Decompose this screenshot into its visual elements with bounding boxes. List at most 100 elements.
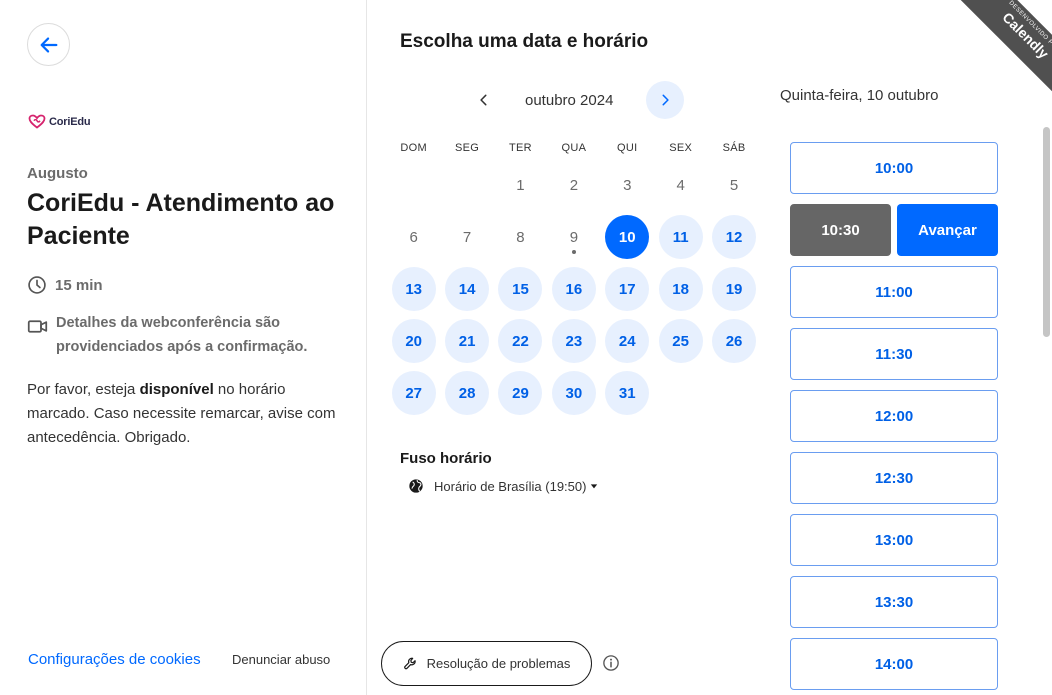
ribbon-brand: Calendly	[999, 8, 1052, 62]
calendar-day[interactable]: 28	[440, 367, 493, 419]
calendar-day[interactable]: 20	[387, 315, 440, 367]
calendar-day[interactable]: 15	[494, 263, 547, 315]
day-number: 18	[658, 267, 703, 311]
month-navigation: outubro 2024	[465, 81, 685, 121]
calendar-day[interactable]: 31	[601, 367, 654, 419]
day-number: 3	[623, 176, 632, 194]
day-number: 17	[605, 267, 650, 311]
timezone-label: Fuso horário	[400, 450, 492, 467]
time-slot-1330[interactable]: 13:30	[790, 576, 998, 628]
weekday-label: SEG	[455, 142, 480, 154]
day-number: 8	[516, 228, 525, 246]
calendar-day[interactable]: 21	[440, 315, 493, 367]
calendar-day[interactable]: 12	[707, 211, 760, 263]
day-number: 2	[569, 176, 579, 194]
calendar-day[interactable]: 23	[547, 315, 600, 367]
calendar-day: 2	[547, 159, 600, 211]
weekday-label: QUI	[617, 142, 638, 154]
day-number: 25	[658, 319, 703, 363]
scrollbar-thumb[interactable]	[1043, 127, 1050, 337]
calendar-day[interactable]: 11	[654, 211, 707, 263]
calendly-badge[interactable]: DESENVOLVIDO POR Calendly	[942, 0, 1052, 110]
calendar-day[interactable]: 14	[440, 263, 493, 315]
day-number: 19	[712, 267, 757, 311]
calendar-day[interactable]: 27	[387, 367, 440, 419]
calendar-day[interactable]: 24	[601, 315, 654, 367]
back-button[interactable]	[27, 23, 70, 66]
calendar-day[interactable]: 16	[547, 263, 600, 315]
chevron-left-icon	[480, 94, 487, 106]
day-number: 11	[658, 215, 703, 259]
weekday-label: TER	[509, 142, 532, 154]
next-month-button[interactable]	[646, 81, 684, 119]
calendar-day[interactable]: 26	[707, 315, 760, 367]
calendar-day: 8	[494, 211, 547, 263]
weekday-header: DOM SEG TER QUA QUI SEX SÁB	[387, 142, 761, 154]
calendar-day[interactable]: 29	[494, 367, 547, 419]
calendar-grid: 1 2 3 4 5 6 7 8 9 10 11 12 13 14 15 16 17 18 19 20 21 22 23 24 2…	[387, 159, 761, 419]
info-icon[interactable]	[602, 654, 620, 677]
day-number: 27	[391, 371, 436, 415]
calendar-day[interactable]: 25	[654, 315, 707, 367]
today-indicator-dot	[571, 250, 576, 254]
time-slot-1200[interactable]: 12:00	[790, 390, 998, 442]
time-slot-1100[interactable]: 11:00	[790, 266, 998, 318]
calendar-day[interactable]: 17	[601, 263, 654, 315]
arrow-left-icon	[40, 36, 57, 53]
month-label: outubro 2024	[525, 92, 614, 109]
selected-time-slot[interactable]: 10:30	[790, 204, 891, 256]
weekday-label: QUA	[561, 142, 587, 154]
calendar-day[interactable]: 22	[494, 315, 547, 367]
day-number: 14	[445, 267, 490, 311]
time-slot-list: 10:00 10:30 Avançar 11:00 11:30 12:00 12…	[790, 142, 998, 695]
host-name: Augusto	[27, 165, 88, 182]
day-number: 6	[409, 228, 418, 246]
day-number: 30	[551, 371, 596, 415]
troubleshoot-button[interactable]: Resolução de problemas	[381, 641, 592, 686]
calendar-day[interactable]: 13	[387, 263, 440, 315]
calendar-day: 5	[707, 159, 760, 211]
previous-month-button[interactable]	[465, 81, 503, 119]
day-number: 28	[445, 371, 490, 415]
report-abuse-link[interactable]: Denunciar abuso	[232, 652, 330, 667]
calendar-day: 7	[440, 211, 493, 263]
calendar-day[interactable]: 18	[654, 263, 707, 315]
event-title: CoriEdu - Atendimento ao Paciente	[27, 189, 335, 250]
calendar-day[interactable]: 30	[547, 367, 600, 419]
calendar-day: 3	[601, 159, 654, 211]
day-number: 4	[676, 176, 685, 194]
wrench-icon	[403, 657, 416, 669]
calendar-empty-cell	[387, 159, 440, 211]
conference-info: Detalhes da webconferência são providenc…	[27, 311, 336, 359]
next-button[interactable]: Avançar	[897, 204, 998, 256]
calendar-day: 4	[654, 159, 707, 211]
day-number: 24	[605, 319, 650, 363]
day-number: 1	[516, 176, 525, 194]
timezone-select[interactable]: Horário de Brasília (19:50)	[408, 478, 598, 494]
day-number: 20	[391, 319, 436, 363]
calendar-day[interactable]: 10	[601, 211, 654, 263]
calendar-day: 1	[494, 159, 547, 211]
calendar-day[interactable]: 19	[707, 263, 760, 315]
calendar-heading: Escolha uma data e horário	[400, 31, 649, 52]
weekday-label: DOM	[400, 142, 427, 154]
time-slot-1130[interactable]: 11:30	[790, 328, 998, 380]
event-duration: 15 min	[27, 275, 103, 295]
clock-icon	[28, 276, 46, 294]
day-number: 16	[551, 267, 596, 311]
weekday-label: SEX	[669, 142, 693, 154]
time-slot-1400[interactable]: 14:00	[790, 638, 998, 690]
company-logo: CoriEdu	[28, 114, 91, 129]
conference-details: Detalhes da webconferência são providenc…	[56, 315, 308, 355]
day-number: 31	[605, 371, 650, 415]
globe-icon	[409, 479, 423, 493]
time-slot-1000[interactable]: 10:00	[790, 142, 998, 194]
calendar-empty-cell	[440, 159, 493, 211]
selected-slot-row: 10:30 Avançar	[790, 204, 998, 256]
logo-text: CoriEdu	[49, 115, 91, 128]
day-number: 23	[551, 319, 596, 363]
time-slot-1230[interactable]: 12:30	[790, 452, 998, 504]
day-number: 22	[498, 319, 543, 363]
time-slot-1300[interactable]: 13:00	[790, 514, 998, 566]
cookie-settings-link[interactable]: Configurações de cookies	[28, 651, 201, 668]
